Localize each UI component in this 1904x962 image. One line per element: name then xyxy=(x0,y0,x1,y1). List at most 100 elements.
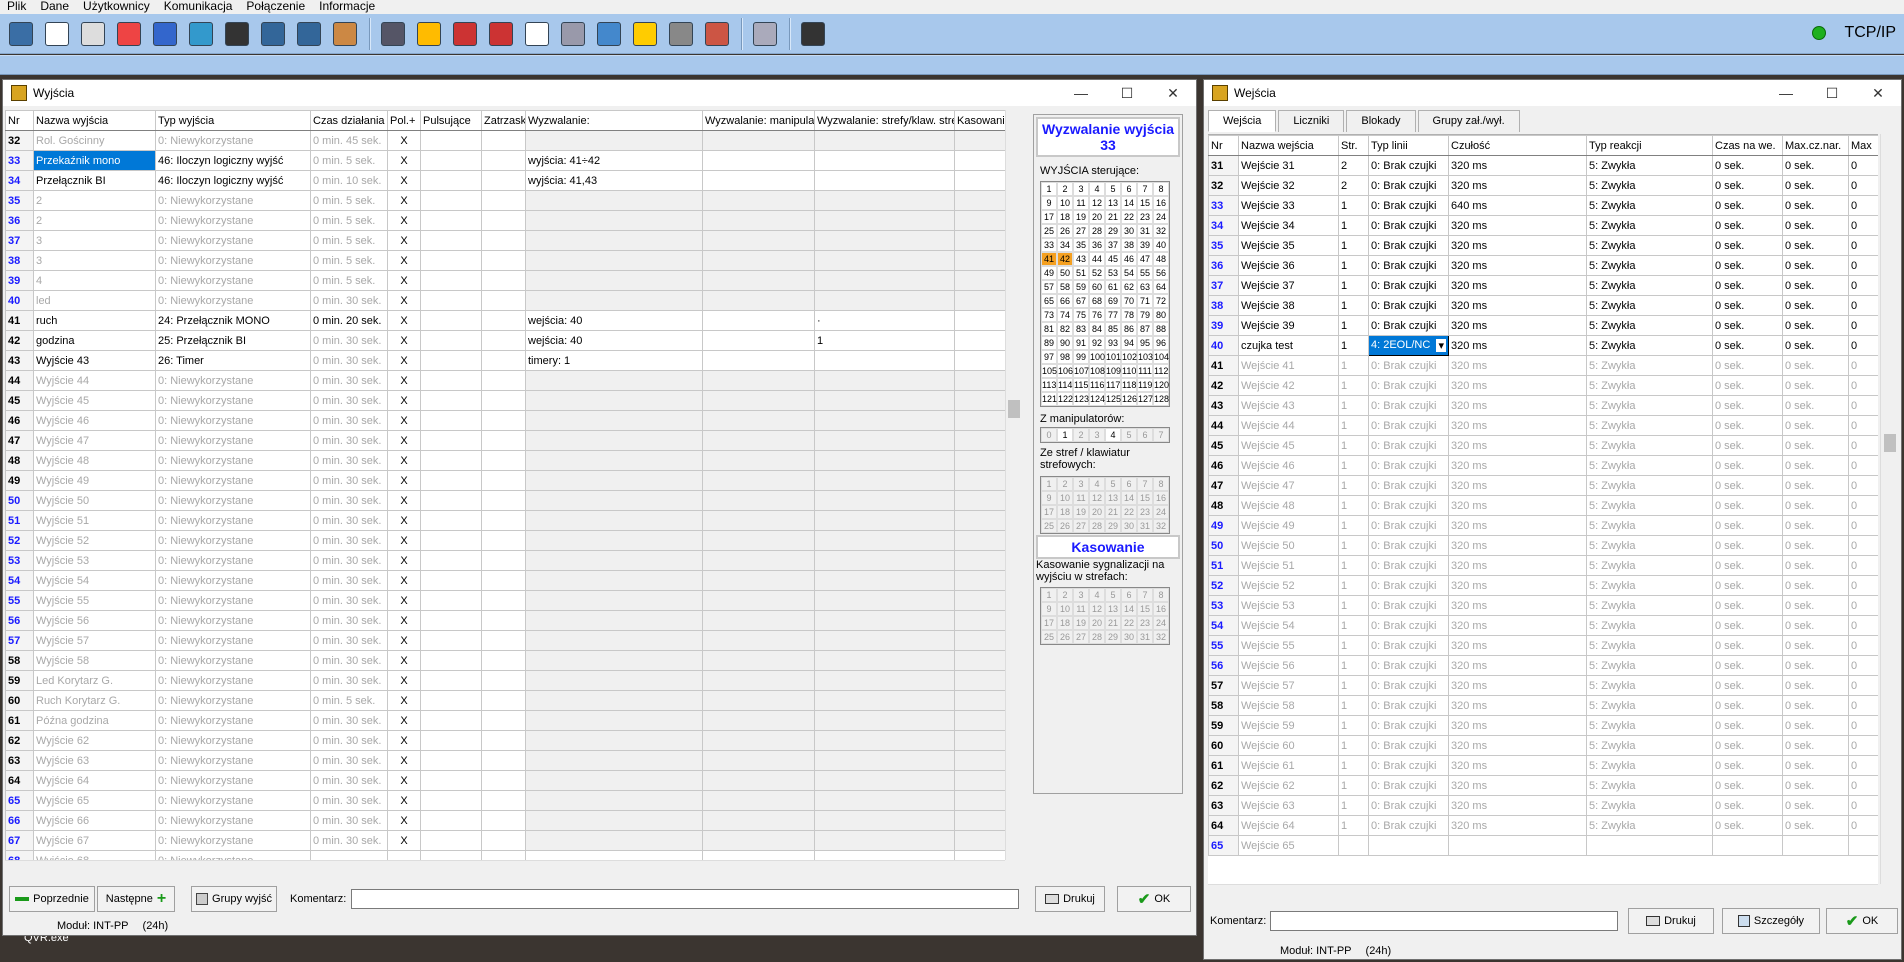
table-row[interactable]: 46 Wejście 46 1 0: Brak czujki 320 ms 5: Zwyk… xyxy=(1208,455,1878,476)
grid-cell[interactable]: 125 xyxy=(1105,392,1121,406)
table-cell[interactable]: Wejście 53 xyxy=(1238,595,1339,616)
table-cell[interactable]: 0 sek. xyxy=(1712,795,1783,816)
grid-cell[interactable]: 23 xyxy=(1137,210,1153,224)
table-cell[interactable]: 0: Niewykorzystane xyxy=(155,630,311,651)
table-cell[interactable]: 0 sek. xyxy=(1712,695,1783,716)
grid-cell[interactable]: 29 xyxy=(1105,630,1121,644)
inputs-col-header[interactable]: Max.cz.nar. xyxy=(1782,135,1849,156)
table-cell[interactable]: Wejście 52 xyxy=(1238,575,1339,596)
table-cell[interactable]: 0 sek. xyxy=(1782,215,1849,236)
table-row[interactable]: 47 Wejście 47 1 0: Brak czujki 320 ms 5: Zwyk… xyxy=(1208,475,1878,496)
table-cell[interactable]: 0: Brak czujki xyxy=(1368,475,1449,496)
grid-cell[interactable]: 99 xyxy=(1073,350,1089,364)
grid-cell[interactable]: 12 xyxy=(1089,602,1105,616)
table-cell[interactable]: 320 ms xyxy=(1448,655,1587,676)
grid-cell[interactable]: 4 xyxy=(1089,477,1105,491)
grid-cell[interactable]: 128 xyxy=(1153,392,1169,406)
table-cell[interactable]: 0: Niewykorzystane xyxy=(155,390,311,411)
table-cell[interactable]: 0: Niewykorzystane xyxy=(155,530,311,551)
table-cell[interactable]: 1 xyxy=(1338,295,1369,316)
grid-cell[interactable]: 82 xyxy=(1057,322,1073,336)
table-cell[interactable]: Wyjście 62 xyxy=(33,730,156,751)
table-cell[interactable]: 0 sek. xyxy=(1712,435,1783,456)
table-row[interactable]: 67 Wyjście 67 0: Niewykorzystane 0 min. 30 … xyxy=(5,830,1006,851)
table-row[interactable]: 45 Wejście 45 1 0: Brak czujki 320 ms 5: Zwyk… xyxy=(1208,435,1878,456)
table-cell[interactable]: Wyjście 66 xyxy=(33,810,156,831)
table-cell[interactable]: 320 ms xyxy=(1448,415,1587,436)
table-cell[interactable]: 0 sek. xyxy=(1712,775,1783,796)
grid-cell[interactable]: 59 xyxy=(1073,280,1089,294)
grid-cell[interactable]: 41 xyxy=(1041,252,1057,266)
table-row[interactable]: 38 Wejście 38 1 0: Brak czujki 320 ms 5: Zwyk… xyxy=(1208,295,1878,316)
grid-cell[interactable]: 50 xyxy=(1057,266,1073,280)
table-cell[interactable]: 1 xyxy=(1338,255,1369,276)
outputs-col-header[interactable]: Wyzwalanie: xyxy=(525,110,703,131)
grid-cell[interactable]: 28 xyxy=(1089,224,1105,238)
grid-cell[interactable]: 24 xyxy=(1153,616,1169,630)
grid-cell[interactable]: 80 xyxy=(1153,308,1169,322)
table-row[interactable]: 40 czujka test 1 4: 2EOL/NC ▾ 320 ms 5: Zwykła… xyxy=(1208,335,1878,356)
table-cell[interactable]: 0 xyxy=(1848,235,1878,256)
grid-cell[interactable]: 29 xyxy=(1105,224,1121,238)
table-row[interactable]: 49 Wyjście 49 0: Niewykorzystane 0 min. 30 … xyxy=(5,470,1006,491)
table-row[interactable]: 41 Wejście 41 1 0: Brak czujki 320 ms 5: Zwyk… xyxy=(1208,355,1878,376)
outputs-col-header[interactable]: Wyzwalanie: manipulat xyxy=(702,110,815,131)
table-cell[interactable]: 0 xyxy=(1848,595,1878,616)
grid-cell[interactable]: 84 xyxy=(1089,322,1105,336)
table-cell[interactable]: 3 xyxy=(33,230,156,251)
table-cell[interactable]: 0 xyxy=(1848,395,1878,416)
table-row[interactable]: 38 3 0: Niewykorzystane 0 min. 5 sek. X xyxy=(5,250,1006,271)
table-cell[interactable]: 5: Zwykła xyxy=(1586,595,1713,616)
table-row[interactable]: 48 Wyjście 48 0: Niewykorzystane 0 min. 30 … xyxy=(5,450,1006,471)
grid-cell[interactable]: 12 xyxy=(1089,491,1105,505)
table-cell[interactable]: 0 xyxy=(1848,735,1878,756)
table-cell[interactable]: 320 ms xyxy=(1448,375,1587,396)
grid-cell[interactable]: 33 xyxy=(1041,238,1057,252)
table-row[interactable]: 43 Wyjście 43 26: Timer 0 min. 30 sek. Xtime… xyxy=(5,350,1006,371)
table-cell[interactable]: 0 xyxy=(1848,275,1878,296)
table-cell[interactable]: 5: Zwykła xyxy=(1586,155,1713,176)
table-row[interactable]: 32 Wejście 32 2 0: Brak czujki 320 ms 5: Zwyk… xyxy=(1208,175,1878,196)
table-cell[interactable]: 1 xyxy=(1338,275,1369,296)
table-cell[interactable]: 0: Brak czujki xyxy=(1368,535,1449,556)
menu-1[interactable]: Dane xyxy=(33,0,76,14)
table-row[interactable]: 35 2 0: Niewykorzystane 0 min. 5 sek. X xyxy=(5,190,1006,211)
grid-cell[interactable]: 104 xyxy=(1153,350,1169,364)
table-cell[interactable]: 0 sek. xyxy=(1712,495,1783,516)
table-cell[interactable]: 5: Zwykła xyxy=(1586,415,1713,436)
outputs-col-header[interactable]: Czas działania xyxy=(310,110,388,131)
table-cell[interactable]: Późna godzina xyxy=(33,710,156,731)
table-cell[interactable]: 0 sek. xyxy=(1782,315,1849,336)
structure-icon[interactable] xyxy=(4,17,38,51)
tab-1[interactable]: Liczniki xyxy=(1278,110,1345,132)
table-cell[interactable]: 0: Brak czujki xyxy=(1368,615,1449,636)
table-cell[interactable]: 0: Brak czujki xyxy=(1368,555,1449,576)
table-row[interactable]: 62 Wejście 62 1 0: Brak czujki 320 ms 5: Zwyk… xyxy=(1208,775,1878,796)
table-cell[interactable]: Wejście 51 xyxy=(1238,555,1339,576)
grid-cell[interactable]: 11 xyxy=(1073,491,1089,505)
minimize-button[interactable]: — xyxy=(1058,80,1104,106)
table-icon[interactable] xyxy=(256,17,290,51)
table-cell[interactable]: 0: Niewykorzystane xyxy=(155,550,311,571)
table-cell[interactable]: 1 xyxy=(1338,435,1369,456)
table-cell[interactable]: 320 ms xyxy=(1448,535,1587,556)
table-cell[interactable]: 0: Niewykorzystane xyxy=(155,230,311,251)
keypad-icon[interactable] xyxy=(184,17,218,51)
table-cell[interactable]: 1 xyxy=(1338,615,1369,636)
table-cell[interactable]: 0 sek. xyxy=(1782,815,1849,836)
grid-cell[interactable]: 97 xyxy=(1041,350,1057,364)
grid-cell[interactable]: 8 xyxy=(1153,182,1169,196)
table-cell[interactable]: 0 sek. xyxy=(1712,295,1783,316)
ok-button[interactable]: ✔ OK xyxy=(1826,908,1898,934)
table-cell[interactable]: Wejście 32 xyxy=(1238,175,1339,196)
table-cell[interactable]: 0 sek. xyxy=(1712,235,1783,256)
table-cell[interactable]: 0 sek. xyxy=(1782,675,1849,696)
table-cell[interactable]: Wejście 39 xyxy=(1238,315,1339,336)
grid-cell[interactable]: 47 xyxy=(1137,252,1153,266)
table-cell[interactable]: 5: Zwykła xyxy=(1586,275,1713,296)
grid-cell[interactable]: 108 xyxy=(1089,364,1105,378)
monitor-icon[interactable] xyxy=(448,17,482,51)
table-cell[interactable]: 0 sek. xyxy=(1712,395,1783,416)
inputs-col-header[interactable]: Czułość xyxy=(1448,135,1587,156)
table-cell[interactable]: 0: Brak czujki xyxy=(1368,735,1449,756)
